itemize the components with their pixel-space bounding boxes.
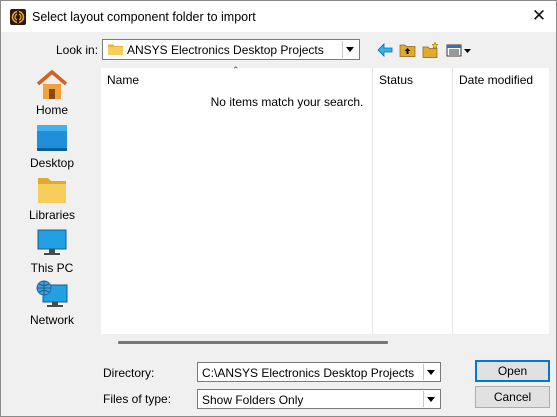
directory-label: Directory: — [103, 366, 155, 380]
files-of-type-label: Files of type: — [103, 392, 172, 406]
new-folder-icon[interactable] — [422, 41, 440, 59]
place-libraries[interactable]: Libraries — [14, 174, 90, 222]
libraries-icon — [38, 178, 66, 203]
place-label-libraries: Libraries — [28, 208, 76, 222]
files-of-type-combo[interactable]: Show Folders Only — [197, 389, 441, 409]
cancel-button[interactable]: Cancel — [475, 386, 550, 408]
up-folder-icon[interactable] — [399, 41, 416, 59]
look-in-combo[interactable]: ANSYS Electronics Desktop Projects — [102, 39, 360, 60]
empty-message: No items match your search. — [210, 95, 364, 109]
folder-icon — [108, 44, 123, 55]
place-label-home: Home — [35, 103, 68, 117]
back-arrow-icon[interactable] — [377, 41, 393, 59]
directory-value: C:\ANSYS Electronics Desktop Projects — [202, 366, 415, 380]
chevron-down-icon[interactable] — [342, 41, 358, 58]
column-header-status[interactable]: Status — [379, 73, 413, 91]
column-header-date-modified[interactable]: Date modified — [459, 73, 533, 91]
horizontal-scrollbar[interactable] — [118, 341, 388, 344]
this-pc-icon — [37, 229, 67, 255]
files-of-type-value: Show Folders Only — [202, 393, 304, 407]
column-header-name[interactable]: Name — [107, 73, 139, 91]
window-title: Select layout component folder to import — [32, 10, 256, 24]
directory-combo[interactable]: C:\ANSYS Electronics Desktop Projects — [197, 362, 441, 382]
ansys-app-icon — [10, 9, 26, 25]
chevron-down-icon[interactable] — [423, 391, 439, 407]
place-home[interactable]: Home — [14, 69, 90, 117]
place-label-network: Network — [29, 313, 74, 327]
place-label-this-pc: This PC — [30, 261, 74, 275]
desktop-icon — [37, 125, 67, 151]
dialog-window: Select layout component folder to import… — [0, 0, 557, 417]
look-in-value: ANSYS Electronics Desktop Projects — [127, 43, 324, 57]
place-desktop[interactable]: Desktop — [14, 122, 90, 170]
title-bar: Select layout component folder to import… — [1, 1, 556, 32]
chevron-down-icon[interactable] — [423, 364, 439, 380]
look-in-label: Look in: — [56, 43, 99, 57]
place-label-desktop: Desktop — [29, 156, 75, 170]
places-bar: Home Desktop Libraries This PC Network — [14, 67, 90, 329]
file-list[interactable]: ⌃ Name Status Date modified No items mat… — [101, 65, 549, 334]
sort-caret-icon: ⌃ — [232, 65, 240, 75]
place-network[interactable]: Network — [14, 279, 90, 327]
place-this-pc[interactable]: This PC — [14, 227, 90, 275]
view-menu-icon[interactable] — [446, 41, 472, 59]
network-icon — [36, 280, 68, 307]
open-button[interactable]: Open — [475, 360, 550, 382]
close-button[interactable]: ✕ — [529, 6, 549, 26]
home-icon — [36, 70, 68, 99]
